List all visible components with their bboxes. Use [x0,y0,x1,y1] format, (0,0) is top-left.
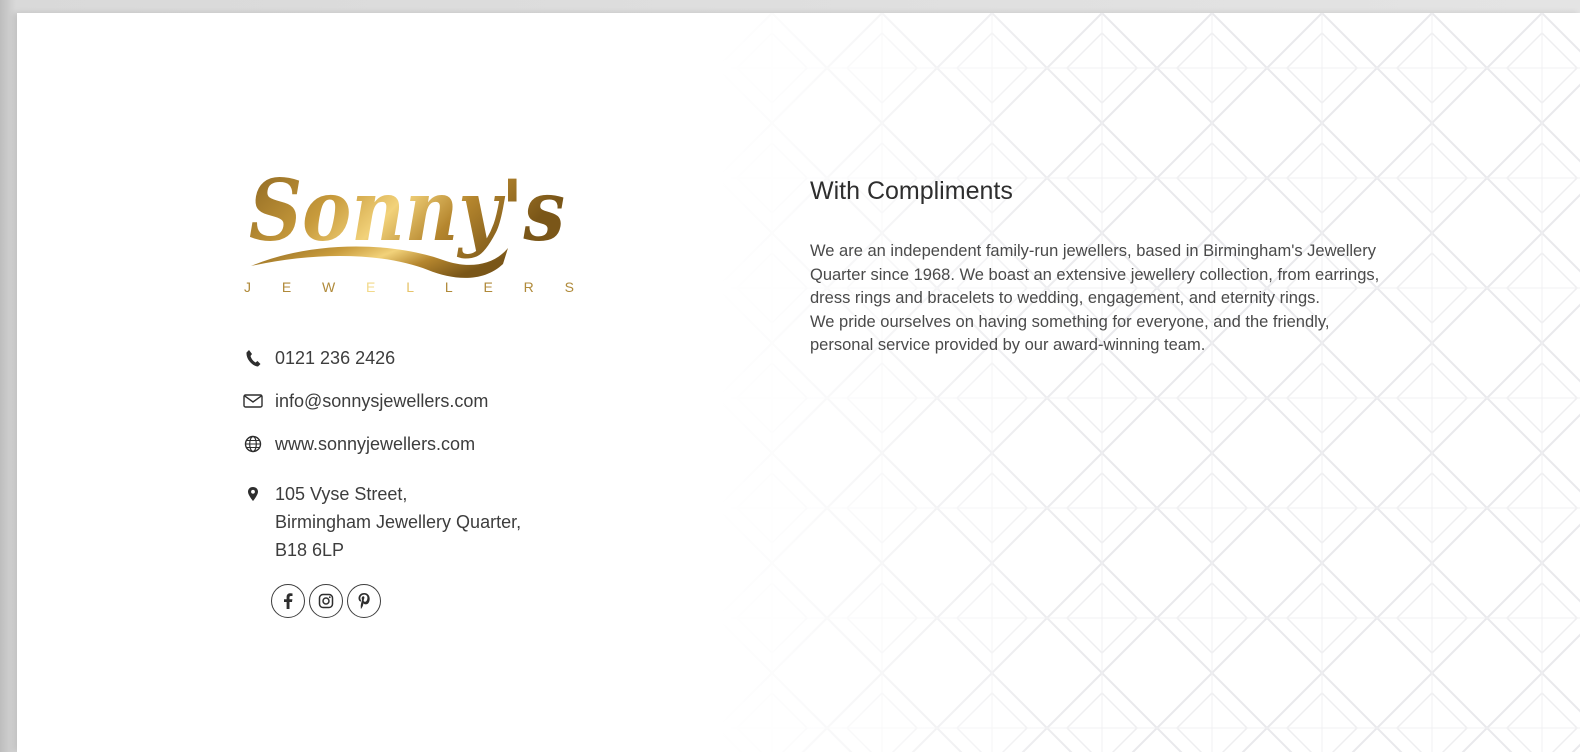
about-line: We pride ourselves on having something f… [810,312,1330,331]
instagram-icon [318,593,334,609]
pinterest-icon [358,593,370,609]
phone-icon [243,344,263,372]
phone-number[interactable]: 0121 236 2426 [275,344,395,372]
pinterest-button[interactable] [347,584,381,618]
compliments-card: Sonny's J E W E L L E R S 0121 236 2426 … [17,13,1580,752]
brand-script-name: Sonny's [249,161,565,260]
about-line: We are an independent family-run jewelle… [810,242,1376,260]
email-address[interactable]: info@sonnysjewellers.com [275,387,488,415]
facebook-icon [284,593,293,609]
globe-icon [243,430,263,458]
map-pin-icon [243,480,263,508]
subtitle-letter: W [322,279,336,295]
mail-icon [243,387,263,415]
address-line: Birmingham Jewellery Quarter, [275,512,522,532]
contact-website: www.sonnyjewellers.com [243,430,475,458]
contact-phone: 0121 236 2426 [243,344,395,372]
background-pattern [717,13,1580,752]
subtitle-letter: L [406,279,415,295]
subtitle-letter: E [366,279,376,295]
page-title: With Compliments [810,177,1013,205]
instagram-button[interactable] [309,584,343,618]
brand-subtitle: J E W E L L E R S [244,279,574,295]
subtitle-letter: L [444,279,453,295]
website-link[interactable]: www.sonnyjewellers.com [275,430,475,458]
contact-address: 105 Vyse Street, Birmingham Jewellery Qu… [243,480,521,564]
about-text: We are an independent family-run jewelle… [810,240,1470,358]
about-line: personal service provided by our award-w… [810,336,1206,354]
subtitle-letter: E [483,279,493,295]
contact-email: info@sonnysjewellers.com [243,387,488,415]
about-line: Quarter since 1968. We boast an extensiv… [810,265,1380,284]
address-line: 105 Vyse Street, [275,484,408,504]
address-line: B18 6LP [275,540,345,560]
facebook-button[interactable] [271,584,305,618]
about-line: dress rings and bracelets to wedding, en… [810,289,1320,307]
subtitle-letter: J [244,279,251,295]
subtitle-letter: R [523,279,534,295]
brand-logo: Sonny's [249,161,565,278]
subtitle-letter: E [281,279,292,295]
social-links [271,584,381,618]
subtitle-letter: S [564,279,574,295]
